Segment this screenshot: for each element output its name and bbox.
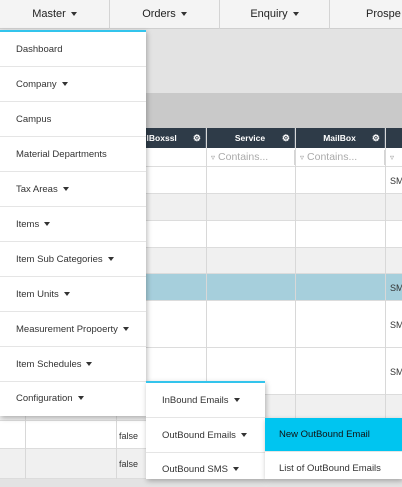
caret-down-icon <box>86 362 93 367</box>
menu-item-label: Items <box>16 219 40 230</box>
menu-item-measurement-propoerty[interactable]: Measurement Propoerty <box>0 312 146 347</box>
filter-icon[interactable]: ▿ <box>300 153 304 162</box>
menu-item-label: Campus <box>16 114 52 125</box>
caret-down-icon <box>292 12 299 17</box>
configuration-submenu: InBound Emails OutBound Emails OutBound … <box>146 381 265 479</box>
nav-master[interactable]: Master <box>0 0 110 29</box>
row-cell-sms: SM <box>390 367 402 377</box>
caret-down-icon <box>233 467 240 472</box>
menu-item-outbound-sms[interactable]: OutBound SMS <box>146 453 265 479</box>
menu-item-company[interactable]: Company <box>0 67 146 102</box>
caret-down-icon <box>107 257 114 262</box>
caret-down-icon <box>122 327 129 332</box>
menu-item-dashboard[interactable]: Dashboard <box>0 32 146 67</box>
menu-item-material-departments[interactable]: Material Departments <box>0 137 146 172</box>
filter-icon[interactable]: ▿ <box>211 153 215 162</box>
menu-item-label: Item Sub Categories <box>16 254 103 265</box>
menu-item-configuration[interactable]: Configuration <box>0 382 146 416</box>
menu-item-label: OutBound Emails <box>162 430 236 441</box>
menu-item-label: Material Departments <box>16 149 107 160</box>
mailbox-filter-input[interactable]: ▿ Contains... <box>295 150 385 165</box>
caret-down-icon <box>62 187 69 192</box>
nav-orders[interactable]: Orders <box>110 0 220 29</box>
menu-item-outbound-emails[interactable]: OutBound Emails <box>146 418 265 453</box>
menu-item-label: Dashboard <box>16 44 63 55</box>
caret-down-icon <box>180 12 187 17</box>
menu-item-label: Item Schedules <box>16 359 82 370</box>
menu-item-label: List of OutBound Emails <box>279 463 381 474</box>
menu-item-label: Measurement Propoerty <box>16 324 118 335</box>
caret-down-icon <box>63 292 70 297</box>
filter-placeholder: Contains... <box>218 151 269 163</box>
menu-item-label: Company <box>16 79 57 90</box>
row-cell-sms: SM <box>390 176 402 186</box>
menu-item-tax-areas[interactable]: Tax Areas <box>0 172 146 207</box>
menu-item-items[interactable]: Items <box>0 207 146 242</box>
menu-item-new-outbound-email[interactable]: New OutBound Email <box>265 418 402 452</box>
nav-prospects-label: Prospe <box>366 8 401 20</box>
filter-placeholder: Contains... <box>307 151 358 163</box>
gear-icon[interactable]: ⚙ <box>282 128 290 148</box>
column-header-extra[interactable] <box>385 128 402 148</box>
filter-icon[interactable]: ▿ <box>390 153 394 162</box>
caret-down-icon <box>77 396 84 401</box>
extra-filter-input[interactable]: ▿ <box>385 150 402 165</box>
caret-down-icon <box>61 82 68 87</box>
row-cell-sms: SM <box>390 320 402 330</box>
nav-enquiry-label: Enquiry <box>250 8 288 20</box>
menu-item-item-units[interactable]: Item Units <box>0 277 146 312</box>
master-dropdown-menu: Dashboard Company Campus Material Depart… <box>0 30 146 416</box>
caret-down-icon <box>44 222 51 227</box>
menu-item-inbound-emails[interactable]: InBound Emails <box>146 383 265 418</box>
column-header-label: MailBox <box>323 133 356 143</box>
caret-down-icon <box>240 433 247 438</box>
gear-icon[interactable]: ⚙ <box>193 128 201 148</box>
menu-item-label: InBound Emails <box>162 395 229 406</box>
menu-item-label: Tax Areas <box>16 184 58 195</box>
service-filter-input[interactable]: ▿ Contains... <box>206 150 295 165</box>
menu-item-item-sub-categories[interactable]: Item Sub Categories <box>0 242 146 277</box>
column-header-service[interactable]: Service ⚙ <box>206 128 295 148</box>
row-cell-sms: SM <box>390 283 402 293</box>
row-cell-false: false <box>119 431 139 441</box>
menu-item-label: Configuration <box>16 393 73 404</box>
column-header-label: Service <box>234 133 266 143</box>
menu-item-label: New OutBound Email <box>279 429 370 440</box>
caret-down-icon <box>233 398 240 403</box>
menu-item-list-of-outbound-emails[interactable]: List of OutBound Emails <box>265 452 402 479</box>
caret-down-icon <box>70 12 77 17</box>
menu-item-campus[interactable]: Campus <box>0 102 146 137</box>
nav-prospects[interactable]: Prospe <box>330 0 402 29</box>
top-navigation-bar: Master Orders Enquiry Prospe <box>0 0 402 29</box>
menu-item-label: OutBound SMS <box>162 464 229 475</box>
nav-orders-label: Orders <box>142 8 176 20</box>
column-header-mailbox[interactable]: MailBox ⚙ <box>295 128 385 148</box>
outbound-emails-submenu: New OutBound Email List of OutBound Emai… <box>265 418 402 479</box>
menu-item-label: Item Units <box>16 289 59 300</box>
row-cell-false: false <box>119 459 139 469</box>
gear-icon[interactable]: ⚙ <box>372 128 380 148</box>
nav-master-label: Master <box>32 8 66 20</box>
column-header-label: ilBoxssl <box>144 133 177 143</box>
nav-enquiry[interactable]: Enquiry <box>220 0 330 29</box>
menu-item-item-schedules[interactable]: Item Schedules <box>0 347 146 382</box>
